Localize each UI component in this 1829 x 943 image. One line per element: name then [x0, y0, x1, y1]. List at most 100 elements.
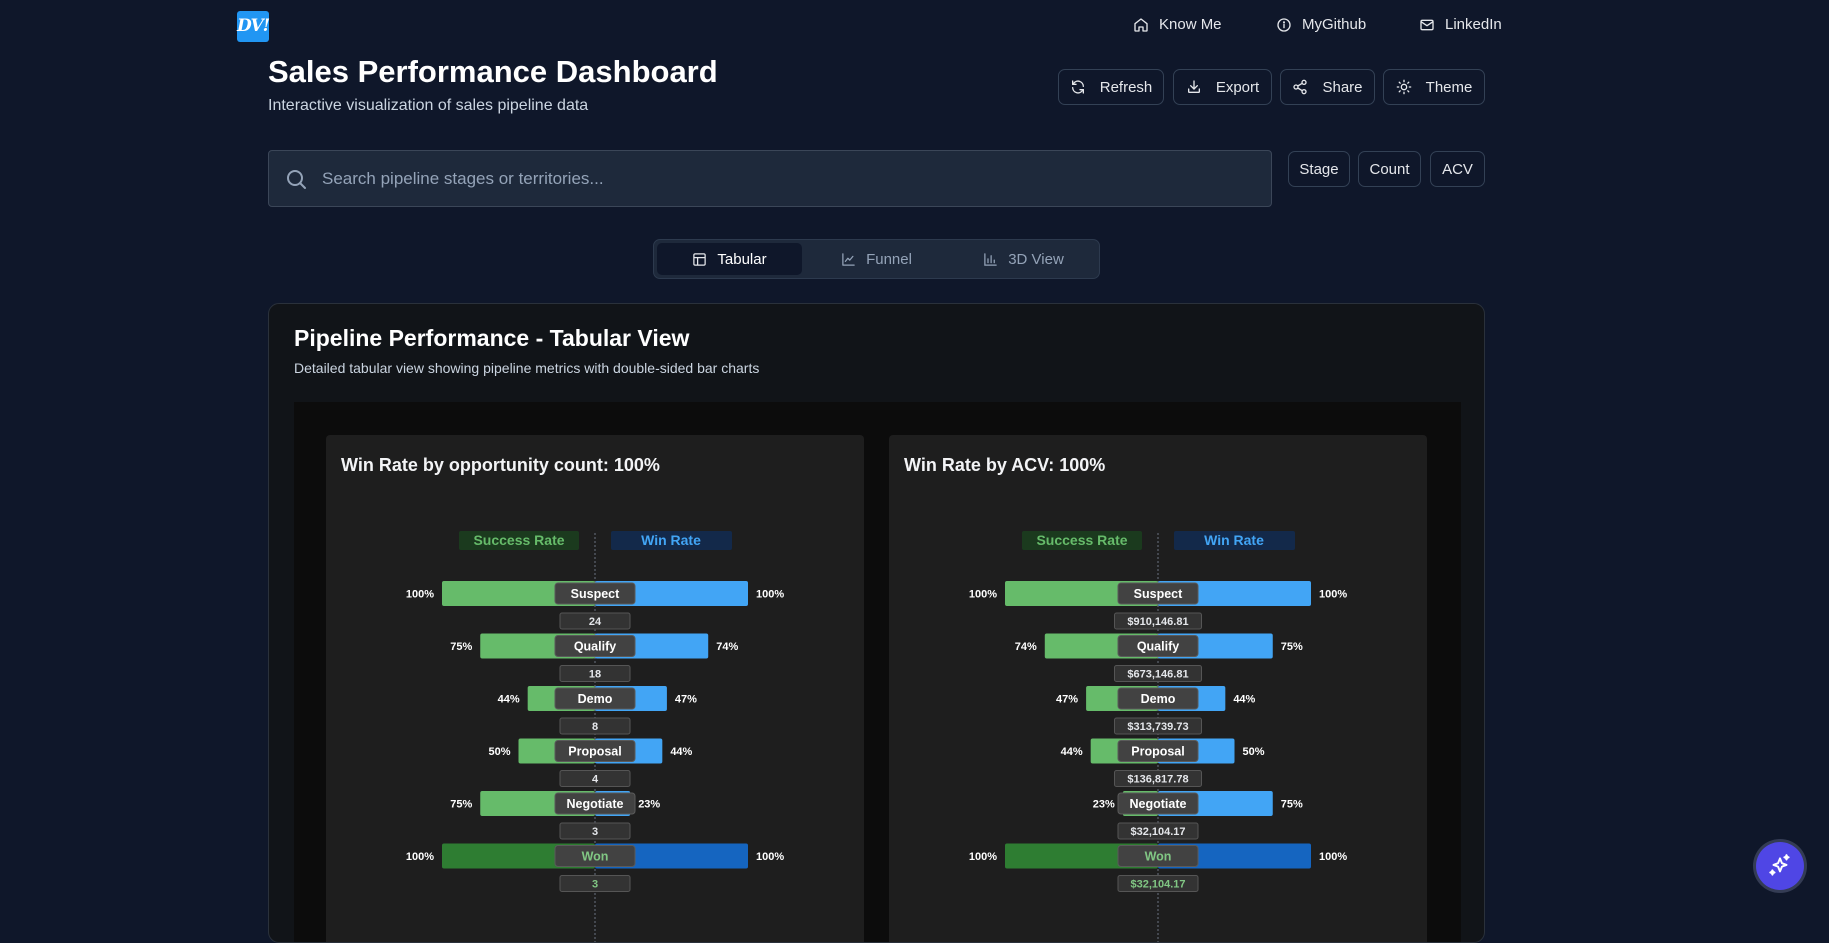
- stage-label: Suspect: [571, 587, 620, 601]
- theme-label: Theme: [1425, 78, 1473, 96]
- nav-link-know-me[interactable]: Know Me: [1133, 16, 1222, 33]
- share-button[interactable]: Share: [1280, 69, 1375, 105]
- win-rate-value: 44%: [1233, 694, 1255, 706]
- win-rate-value: 50%: [1243, 746, 1265, 758]
- stage-label: Qualify: [1137, 640, 1179, 654]
- tab-tabular[interactable]: Tabular: [657, 243, 802, 275]
- nav-link-github[interactable]: MyGithub: [1276, 16, 1366, 33]
- win-rate-value: 74%: [716, 641, 738, 653]
- charts-container: Win Rate by opportunity count: 100% Succ…: [294, 402, 1461, 942]
- stage-label: Demo: [1141, 692, 1176, 706]
- win-rate-value: 44%: [670, 746, 692, 758]
- legend-success-label: Success Rate: [473, 532, 564, 548]
- info-icon: [1277, 17, 1291, 32]
- tab-label: Tabular: [717, 250, 767, 268]
- table-icon: [693, 252, 707, 266]
- legend-win-label: Win Rate: [1204, 532, 1264, 548]
- chart-card-count: Win Rate by opportunity count: 100% Succ…: [326, 435, 864, 942]
- success-rate-value: 74%: [1015, 641, 1037, 653]
- stage-value: 18: [589, 669, 601, 681]
- tab-label: Funnel: [866, 250, 912, 268]
- sun-icon: [1396, 79, 1411, 95]
- refresh-icon: [1071, 80, 1084, 94]
- stage-value: $32,104.17: [1130, 826, 1185, 838]
- win-rate-value: 100%: [756, 851, 784, 863]
- success-rate-value: 23%: [1093, 799, 1115, 811]
- nav-link-linkedin[interactable]: LinkedIn: [1419, 16, 1502, 33]
- win-rate-value: 75%: [1281, 799, 1303, 811]
- search-bar: [268, 150, 1272, 207]
- sparkle-icon: [1769, 854, 1790, 876]
- win-rate-value: 100%: [1319, 851, 1347, 863]
- download-icon: [1187, 80, 1200, 93]
- stage-value: 4: [592, 774, 599, 786]
- win-rate-value: 100%: [756, 589, 784, 601]
- stage-value: 3: [592, 826, 598, 838]
- success-rate-value: 75%: [450, 641, 472, 653]
- stage-value: $910,146.81: [1127, 616, 1188, 628]
- stage-value: $313,739.73: [1127, 721, 1188, 733]
- export-label: Export: [1215, 78, 1260, 96]
- filter-count-button[interactable]: Count: [1358, 151, 1421, 187]
- stage-label: Negotiate: [1130, 797, 1187, 811]
- stage-value: $136,817.78: [1127, 774, 1188, 786]
- chart-card-acv: Win Rate by ACV: 100% Success Rate Win Ra…: [889, 435, 1427, 942]
- stage-label: Won: [582, 850, 609, 864]
- stage-value: 24: [589, 616, 602, 628]
- tab-label: 3D View: [1008, 250, 1064, 268]
- bar-chart-icon: [984, 252, 997, 266]
- success-rate-value: 47%: [1056, 694, 1078, 706]
- stage-label: Negotiate: [567, 797, 624, 811]
- page-title: Sales Performance Dashboard: [268, 54, 718, 89]
- filter-stage-button[interactable]: Stage: [1288, 151, 1350, 187]
- success-rate-value: 44%: [498, 694, 520, 706]
- win-rate-value: 75%: [1281, 641, 1303, 653]
- share-label: Share: [1322, 78, 1363, 96]
- success-rate-value: 100%: [406, 589, 434, 601]
- export-button[interactable]: Export: [1173, 69, 1272, 105]
- stage-value: $32,104.17: [1130, 879, 1185, 891]
- stage-label: Won: [1145, 850, 1172, 864]
- success-rate-value: 100%: [406, 851, 434, 863]
- win-rate-value: 23%: [638, 799, 660, 811]
- win-rate-count-chart: Success Rate Win Rate 100% 100% Suspect 24 75%…: [406, 531, 784, 942]
- line-chart-icon: [842, 252, 855, 266]
- top-navbar: DV! Know Me MyGithub LinkedIn: [0, 0, 1829, 54]
- success-rate-value: 100%: [969, 851, 997, 863]
- mail-icon: [1420, 19, 1434, 30]
- stage-value: 3: [592, 879, 598, 891]
- stage-value: $673,146.81: [1127, 669, 1188, 681]
- stage-label: Qualify: [574, 640, 616, 654]
- success-rate-value: 44%: [1061, 746, 1083, 758]
- page-subtitle: Interactive visualization of sales pipel…: [268, 97, 589, 114]
- logo[interactable]: DV!: [237, 11, 270, 42]
- search-icon: [287, 169, 306, 189]
- win-rate-acv-chart: Success Rate Win Rate 100% 100% Suspect $910,…: [969, 531, 1347, 942]
- refresh-button[interactable]: Refresh: [1058, 69, 1164, 105]
- panel-description: Detailed tabular view showing pipeline m…: [294, 360, 760, 376]
- win-rate-value: 47%: [675, 694, 697, 706]
- stage-label: Suspect: [1134, 587, 1183, 601]
- success-rate-value: 50%: [488, 746, 510, 758]
- legend-win-label: Win Rate: [641, 532, 701, 548]
- legend-success-label: Success Rate: [1036, 532, 1127, 548]
- stage-label: Demo: [578, 692, 613, 706]
- ai-assistant-button[interactable]: [1756, 842, 1804, 890]
- filter-acv-button[interactable]: ACV: [1430, 151, 1485, 187]
- tab-funnel[interactable]: Funnel: [804, 243, 949, 275]
- pipeline-panel: Pipeline Performance - Tabular View Deta…: [268, 303, 1485, 943]
- panel-title: Pipeline Performance - Tabular View: [294, 325, 690, 351]
- success-rate-value: 100%: [969, 589, 997, 601]
- search-input[interactable]: [320, 167, 1271, 190]
- tab-3d-view[interactable]: 3D View: [951, 243, 1096, 275]
- view-tabs: Tabular Funnel 3D View: [653, 239, 1100, 279]
- nav-link-label: MyGithub: [1302, 16, 1367, 33]
- refresh-label: Refresh: [1099, 78, 1153, 96]
- nav-link-label: Know Me: [1159, 16, 1222, 33]
- home-icon: [1134, 17, 1148, 32]
- stage-label: Proposal: [1131, 745, 1185, 759]
- win-rate-value: 100%: [1319, 589, 1347, 601]
- share-icon: [1293, 79, 1308, 95]
- theme-button[interactable]: Theme: [1383, 69, 1485, 105]
- nav-link-label: LinkedIn: [1445, 16, 1502, 33]
